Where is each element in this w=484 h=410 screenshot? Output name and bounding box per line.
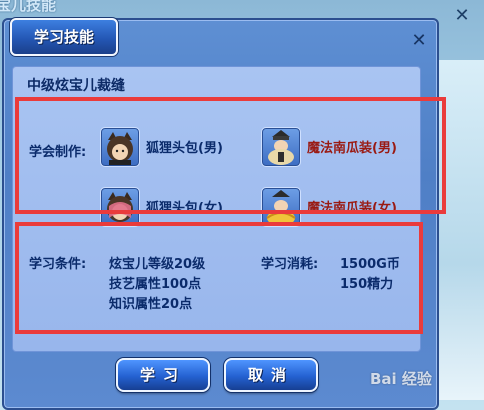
learn-skill-dialog: 学习技能 ✕ 中级炫宝儿裁缝 学会制作: 狐狸头包(男) 魔法南瓜装(男) 狐狸… [2,18,439,410]
close-icon[interactable]: ✕ [410,32,428,50]
dialog-title-tab: 学习技能 [10,18,118,56]
background-window-title: 宝儿技能 [0,0,57,14]
skill-name: 中级炫宝儿裁缝 [27,78,125,94]
background-close-icon[interactable]: ✕ [452,6,472,26]
highlight-box-items [15,97,446,214]
learn-button[interactable]: 学习 [116,358,210,392]
highlight-box-conditions [15,222,423,334]
dialog-title: 学习技能 [33,28,94,46]
watermark: Bai 经验 [370,370,432,388]
cancel-button[interactable]: 取消 [224,358,318,392]
